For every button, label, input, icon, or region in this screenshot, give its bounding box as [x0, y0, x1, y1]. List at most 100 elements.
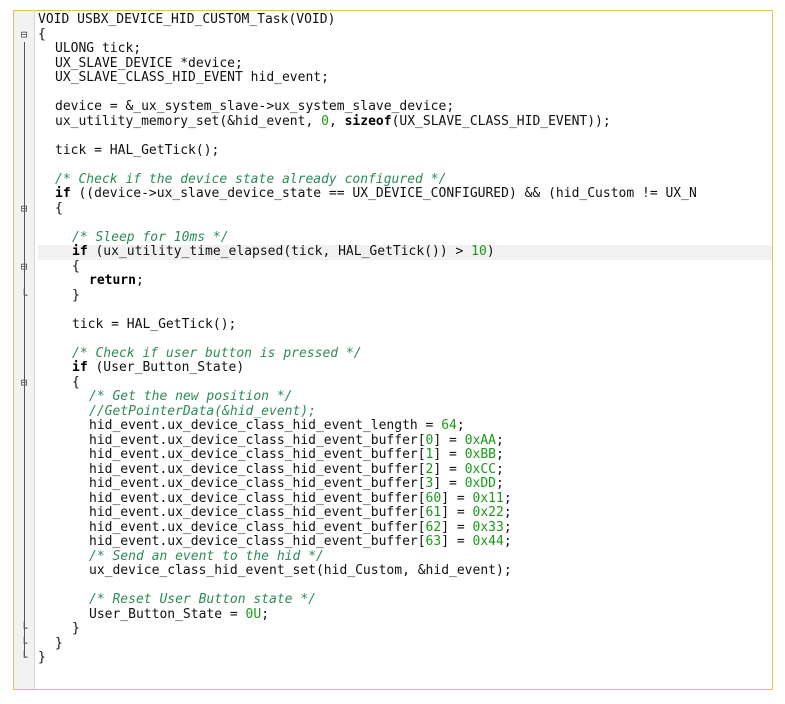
code-token: 0xCC [464, 461, 496, 477]
code-line: if (ux_utility_time_elapsed(tick, HAL_Ge… [38, 244, 772, 260]
code-line: tick = HAL_GetTick(); [38, 142, 772, 159]
code-token: ux_device_class_hid_event_set(hid_Custom… [89, 563, 512, 578]
code-line: { [38, 200, 772, 217]
code-token: /* Reset User Button state */ [89, 592, 316, 607]
code-token: (ux_utility_time_elapsed(tick, HAL_GetTi… [87, 244, 472, 259]
code-line: User_Button_State = 0U; [38, 606, 772, 623]
code-token: 10 [471, 244, 487, 259]
code-token: ] = [441, 490, 473, 506]
code-token: { [72, 374, 80, 390]
code-token: tick = HAL_GetTick(); [55, 142, 220, 158]
code-line: { [38, 27, 772, 43]
code-token: /* Get the new position */ [89, 389, 293, 404]
code-token: ; [261, 606, 270, 622]
code-token: ] = [441, 534, 473, 549]
code-line: device = &_ux_system_slave->ux_system_sl… [38, 99, 772, 115]
code-token: ] = [433, 461, 465, 477]
code-line: UX_SLAVE_DEVICE *device; [38, 55, 772, 72]
code-token: } [72, 287, 80, 303]
code-token: 61 [425, 505, 442, 520]
code-area[interactable]: VOID USBX_DEVICE_HID_CUSTOM_Task(VOID){U… [38, 11, 772, 689]
code-token: ; [503, 505, 512, 520]
fold-gutter: ⊟⊟⊟└⊟└└└ [14, 11, 35, 689]
code-token: ] = [433, 476, 465, 491]
code-line: hid_event.ux_device_class_hid_event_buff… [38, 490, 772, 507]
code-token: UX_SLAVE_DEVICE *device; [55, 55, 243, 71]
code-token: 62 [425, 519, 442, 535]
code-token: 0x22 [472, 505, 504, 520]
code-line: { [38, 374, 772, 391]
code-token: UX_SLAVE_CLASS_HID_EVENT hid_event; [55, 70, 329, 85]
code-token: hid_event.ux_device_class_hid_event_buff… [89, 476, 426, 491]
code-token: ; [135, 273, 144, 288]
code-line: tick = HAL_GetTick(); [38, 317, 772, 333]
code-line: VOID USBX_DEVICE_HID_CUSTOM_Task(VOID) [38, 12, 772, 28]
code-token: 0xDD [464, 476, 496, 491]
fold-collapse-icon[interactable]: ⊟ [16, 28, 32, 43]
code-token: hid_event.ux_device_class_hid_event_buff… [89, 432, 426, 448]
code-token: (UX_SLAVE_CLASS_HID_EVENT)); [391, 113, 611, 129]
code-token: device = &_ux_system_slave->ux_system_sl… [55, 99, 455, 114]
code-token: 60 [425, 490, 442, 506]
code-token: ] = [433, 432, 465, 448]
code-token: User_Button_State = [89, 606, 246, 622]
code-line: } [38, 621, 772, 637]
code-token: /* Send an event to the hid */ [89, 548, 324, 564]
code-token: 0x33 [472, 519, 504, 535]
code-token: 0xAA [464, 432, 496, 448]
code-token: //GetPointerData(&hid_event); [89, 403, 316, 419]
code-editor-frame: ⊟⊟⊟└⊟└└└ VOID USBX_DEVICE_HID_CUSTOM_Tas… [13, 10, 773, 690]
code-line: /* Get the new position */ [38, 389, 772, 405]
code-line: hid_event.ux_device_class_hid_event_buff… [38, 447, 772, 463]
code-token: ] = [441, 519, 473, 535]
code-token: 0xBB [464, 447, 496, 462]
code-line: hid_event.ux_device_class_hid_event_buff… [38, 476, 772, 492]
code-line: /* Check if user button is pressed */ [38, 345, 772, 362]
code-line: UX_SLAVE_CLASS_HID_EVENT hid_event; [38, 70, 772, 86]
code-token: if [55, 186, 71, 201]
code-token: hid_event.ux_device_class_hid_event_buff… [89, 534, 426, 549]
code-token: 63 [425, 534, 442, 549]
code-line: if ((device->ux_slave_device_state == UX… [38, 186, 772, 202]
code-token: ; [496, 432, 504, 448]
code-token: 64 [441, 418, 457, 433]
code-token: ) [486, 244, 495, 259]
code-token: ; [496, 447, 504, 462]
code-line: { [38, 259, 772, 275]
code-line: /* Send an event to the hid */ [38, 548, 772, 565]
code-token: /* Check if user button is pressed */ [72, 345, 362, 361]
code-token: ((device->ux_slave_device_state == UX_DE… [70, 186, 697, 201]
code-token: } [72, 621, 80, 636]
code-token: hid_event.ux_device_class_hid_event_buff… [89, 490, 426, 506]
code-line: /* Check if the device state already con… [38, 171, 772, 188]
code-token: 0x44 [472, 534, 504, 549]
code-token: { [55, 200, 63, 216]
code-token: 0U [245, 606, 262, 622]
code-token: if [72, 360, 88, 375]
code-token: (User_Button_State) [87, 360, 245, 375]
code-token: , [328, 113, 345, 129]
code-token: if [72, 244, 88, 259]
code-token: /* Sleep for 10ms */ [72, 229, 229, 245]
code-token: hid_event.ux_device_class_hid_event_buff… [89, 461, 426, 477]
code-line: } [38, 287, 772, 304]
code-token: ; [496, 476, 504, 491]
code-token: ; [456, 418, 465, 433]
code-token: ] = [441, 505, 473, 520]
code-line: hid_event.ux_device_class_hid_event_leng… [38, 418, 772, 434]
code-token: sizeof [344, 113, 392, 129]
code-token: ux_utility_memory_set(&hid_event, [55, 113, 322, 129]
code-token: ; [503, 519, 512, 535]
code-line: ux_utility_memory_set(&hid_event, 0, siz… [38, 113, 772, 130]
code-line: //GetPointerData(&hid_event); [38, 403, 772, 420]
code-token: /* Check if the device state already con… [55, 171, 447, 187]
code-line: hid_event.ux_device_class_hid_event_buff… [38, 534, 772, 550]
code-token: hid_event.ux_device_class_hid_event_buff… [89, 519, 426, 535]
code-token: ] = [433, 447, 465, 462]
